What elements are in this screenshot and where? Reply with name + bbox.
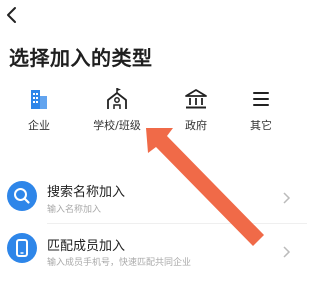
type-option-enterprise[interactable]: 企业 — [9, 87, 69, 133]
row-subtitle: 输入成员手机号，快速匹配共同企业 — [47, 258, 192, 268]
search-icon — [14, 188, 30, 204]
row-subtitle: 输入名称加入 — [47, 205, 102, 215]
type-options: 企业 学校/班级 政府 其它 — [0, 87, 307, 133]
type-label: 政府 — [185, 119, 207, 132]
chevron-right-icon — [283, 192, 291, 204]
phone-icon-badge — [7, 233, 37, 263]
menu-lines-icon — [253, 92, 269, 106]
building-icon — [31, 90, 47, 109]
back-button[interactable] — [0, 2, 26, 28]
search-name-join-row[interactable]: 搜索名称加入 输入名称加入 — [0, 169, 307, 229]
phone-icon — [16, 239, 28, 257]
government-icon — [185, 89, 207, 109]
search-icon-badge — [7, 181, 37, 211]
school-icon — [107, 88, 127, 109]
type-label: 企业 — [28, 119, 50, 132]
type-option-school-class[interactable]: 学校/班级 — [85, 87, 149, 133]
join-type-page: 选择加入的类型 企业 学校/班级 政府 其它 搜索名称加入 输入名称加入 匹配成… — [0, 0, 307, 281]
type-option-government[interactable]: 政府 — [166, 87, 226, 133]
divider — [47, 223, 307, 224]
type-option-other[interactable]: 其它 — [231, 87, 291, 133]
chevron-right-icon — [283, 246, 291, 258]
row-title: 搜索名称加入 — [47, 185, 126, 200]
chevron-left-icon — [7, 7, 16, 23]
row-title: 匹配成员加入 — [47, 239, 126, 254]
type-label: 学校/班级 — [93, 119, 141, 132]
match-member-join-row[interactable]: 匹配成员加入 输入成员手机号，快速匹配共同企业 — [0, 225, 307, 281]
page-title: 选择加入的类型 — [9, 46, 153, 70]
type-label: 其它 — [250, 119, 272, 132]
